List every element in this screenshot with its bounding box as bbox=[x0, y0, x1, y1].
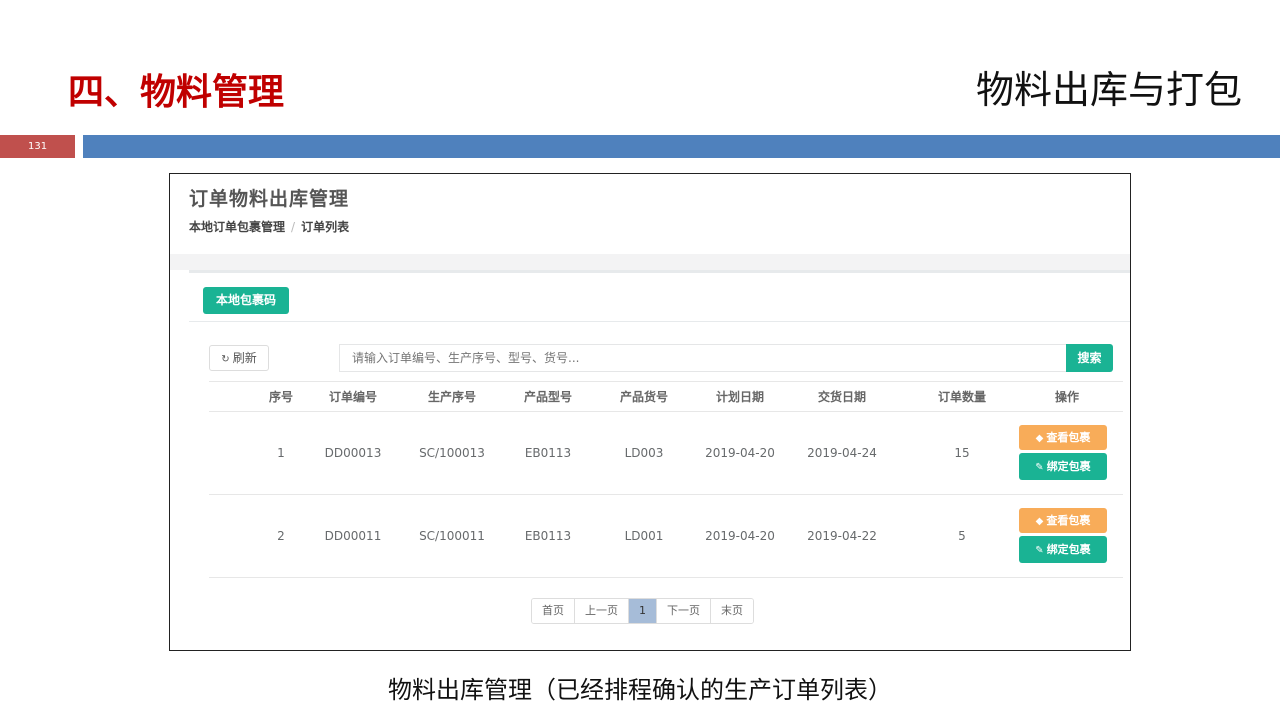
breadcrumb-item-order-list: 订单列表 bbox=[301, 220, 350, 234]
page-last-button[interactable]: 末页 bbox=[711, 599, 753, 623]
cell-prod-seq: SC/100011 bbox=[419, 529, 485, 543]
table-row: 2 DD00011 SC/100011 EB0113 LD001 2019-04… bbox=[209, 495, 1123, 578]
column-header-no[interactable]: 序号 bbox=[254, 382, 308, 412]
refresh-icon: ↻ bbox=[221, 354, 230, 365]
column-header-model[interactable]: 产品型号 bbox=[507, 382, 589, 412]
cell-no: 2 bbox=[277, 529, 285, 543]
cell-no: 1 bbox=[277, 446, 285, 460]
view-package-label: 查看包裹 bbox=[1046, 431, 1091, 444]
column-header-sku[interactable]: 产品货号 bbox=[603, 382, 685, 412]
cell-prod-seq: SC/100013 bbox=[419, 446, 485, 460]
cell-sku: LD003 bbox=[624, 446, 664, 460]
page-first-button[interactable]: 首页 bbox=[532, 599, 575, 623]
bind-package-button[interactable]: ✎ 绑定包裹 bbox=[1019, 536, 1107, 563]
view-package-button[interactable]: ◆ 查看包裹 bbox=[1019, 508, 1107, 533]
breadcrumb-item-package-management[interactable]: 本地订单包裹管理 bbox=[189, 220, 285, 234]
breadcrumb: 本地订单包裹管理 / 订单列表 bbox=[189, 218, 349, 235]
order-table: 序号 订单编号 生产序号 产品型号 产品货号 计划日期 交货日期 订单数量 操作… bbox=[209, 381, 1123, 578]
cell-model: EB0113 bbox=[524, 446, 572, 460]
search-input[interactable] bbox=[339, 344, 1067, 372]
refresh-button[interactable]: ↻ 刷新 bbox=[209, 345, 269, 371]
column-header-order-no[interactable]: 订单编号 bbox=[313, 382, 393, 412]
slide-section-title: 四、物料管理 bbox=[68, 72, 285, 113]
tag-icon: ◆ bbox=[1035, 516, 1044, 527]
pencil-icon: ✎ bbox=[1035, 462, 1044, 473]
refresh-label: 刷新 bbox=[232, 351, 257, 365]
page-current-button[interactable]: 1 bbox=[629, 599, 657, 623]
page-prev-button[interactable]: 上一页 bbox=[575, 599, 629, 623]
column-header-plan-date[interactable]: 计划日期 bbox=[697, 382, 783, 412]
cell-plan-date: 2019-04-20 bbox=[705, 446, 775, 460]
cell-qty: 15 bbox=[954, 446, 970, 460]
pencil-icon: ✎ bbox=[1035, 545, 1044, 556]
slide-topic-title: 物料出库与打包 bbox=[975, 68, 1242, 112]
column-header-actions: 操作 bbox=[1054, 390, 1079, 404]
page-next-button[interactable]: 下一页 bbox=[657, 599, 711, 623]
slide-caption: 物料出库管理（已经排程确认的生产订单列表） bbox=[388, 676, 892, 704]
app-screenshot: 订单物料出库管理 本地订单包裹管理 / 订单列表 本地包裹码 ↻刷新 搜索 序号 订… bbox=[169, 173, 1131, 651]
breadcrumb-separator: / bbox=[291, 220, 296, 234]
bind-package-button[interactable]: ✎ 绑定包裹 bbox=[1019, 453, 1107, 480]
search-button[interactable]: 搜索 bbox=[1066, 344, 1113, 372]
pagination: 首页 上一页 1 下一页 末页 bbox=[531, 598, 754, 624]
cell-plan-date: 2019-04-20 bbox=[705, 529, 775, 543]
column-header-qty[interactable]: 订单数量 bbox=[919, 382, 1005, 412]
cell-sku: LD001 bbox=[624, 529, 664, 543]
panel-divider bbox=[189, 321, 1130, 322]
bind-package-label: 绑定包裹 bbox=[1046, 460, 1091, 473]
table-header: 序号 订单编号 生产序号 产品型号 产品货号 计划日期 交货日期 订单数量 操作 bbox=[209, 381, 1123, 412]
tag-icon: ◆ bbox=[1035, 433, 1044, 444]
cell-order-no: DD00013 bbox=[324, 446, 382, 460]
bind-package-label: 绑定包裹 bbox=[1046, 543, 1091, 556]
view-package-button[interactable]: ◆ 查看包裹 bbox=[1019, 425, 1107, 450]
column-header-delivery-date[interactable]: 交货日期 bbox=[799, 382, 885, 412]
package-code-button[interactable]: 本地包裹码 bbox=[203, 287, 289, 314]
cell-delivery-date: 2019-04-22 bbox=[807, 529, 877, 543]
page-header: 订单物料出库管理 本地订单包裹管理 / 订单列表 bbox=[170, 174, 1130, 254]
cell-delivery-date: 2019-04-24 bbox=[807, 446, 877, 460]
view-package-label: 查看包裹 bbox=[1046, 514, 1091, 527]
cell-model: EB0113 bbox=[524, 529, 572, 543]
cell-qty: 5 bbox=[958, 529, 966, 543]
page-number-badge: 131 bbox=[0, 135, 75, 158]
cell-order-no: DD00011 bbox=[324, 529, 382, 543]
header-bar bbox=[83, 135, 1280, 158]
header-gap bbox=[170, 254, 1130, 270]
column-header-prod-seq[interactable]: 生产序号 bbox=[409, 382, 495, 412]
table-row: 1 DD00013 SC/100013 EB0113 LD003 2019-04… bbox=[209, 412, 1123, 495]
page-title: 订单物料出库管理 bbox=[189, 188, 350, 210]
content-panel: 本地包裹码 ↻刷新 搜索 序号 订单编号 生产序号 产品型号 产品货号 计划日期… bbox=[189, 270, 1130, 650]
